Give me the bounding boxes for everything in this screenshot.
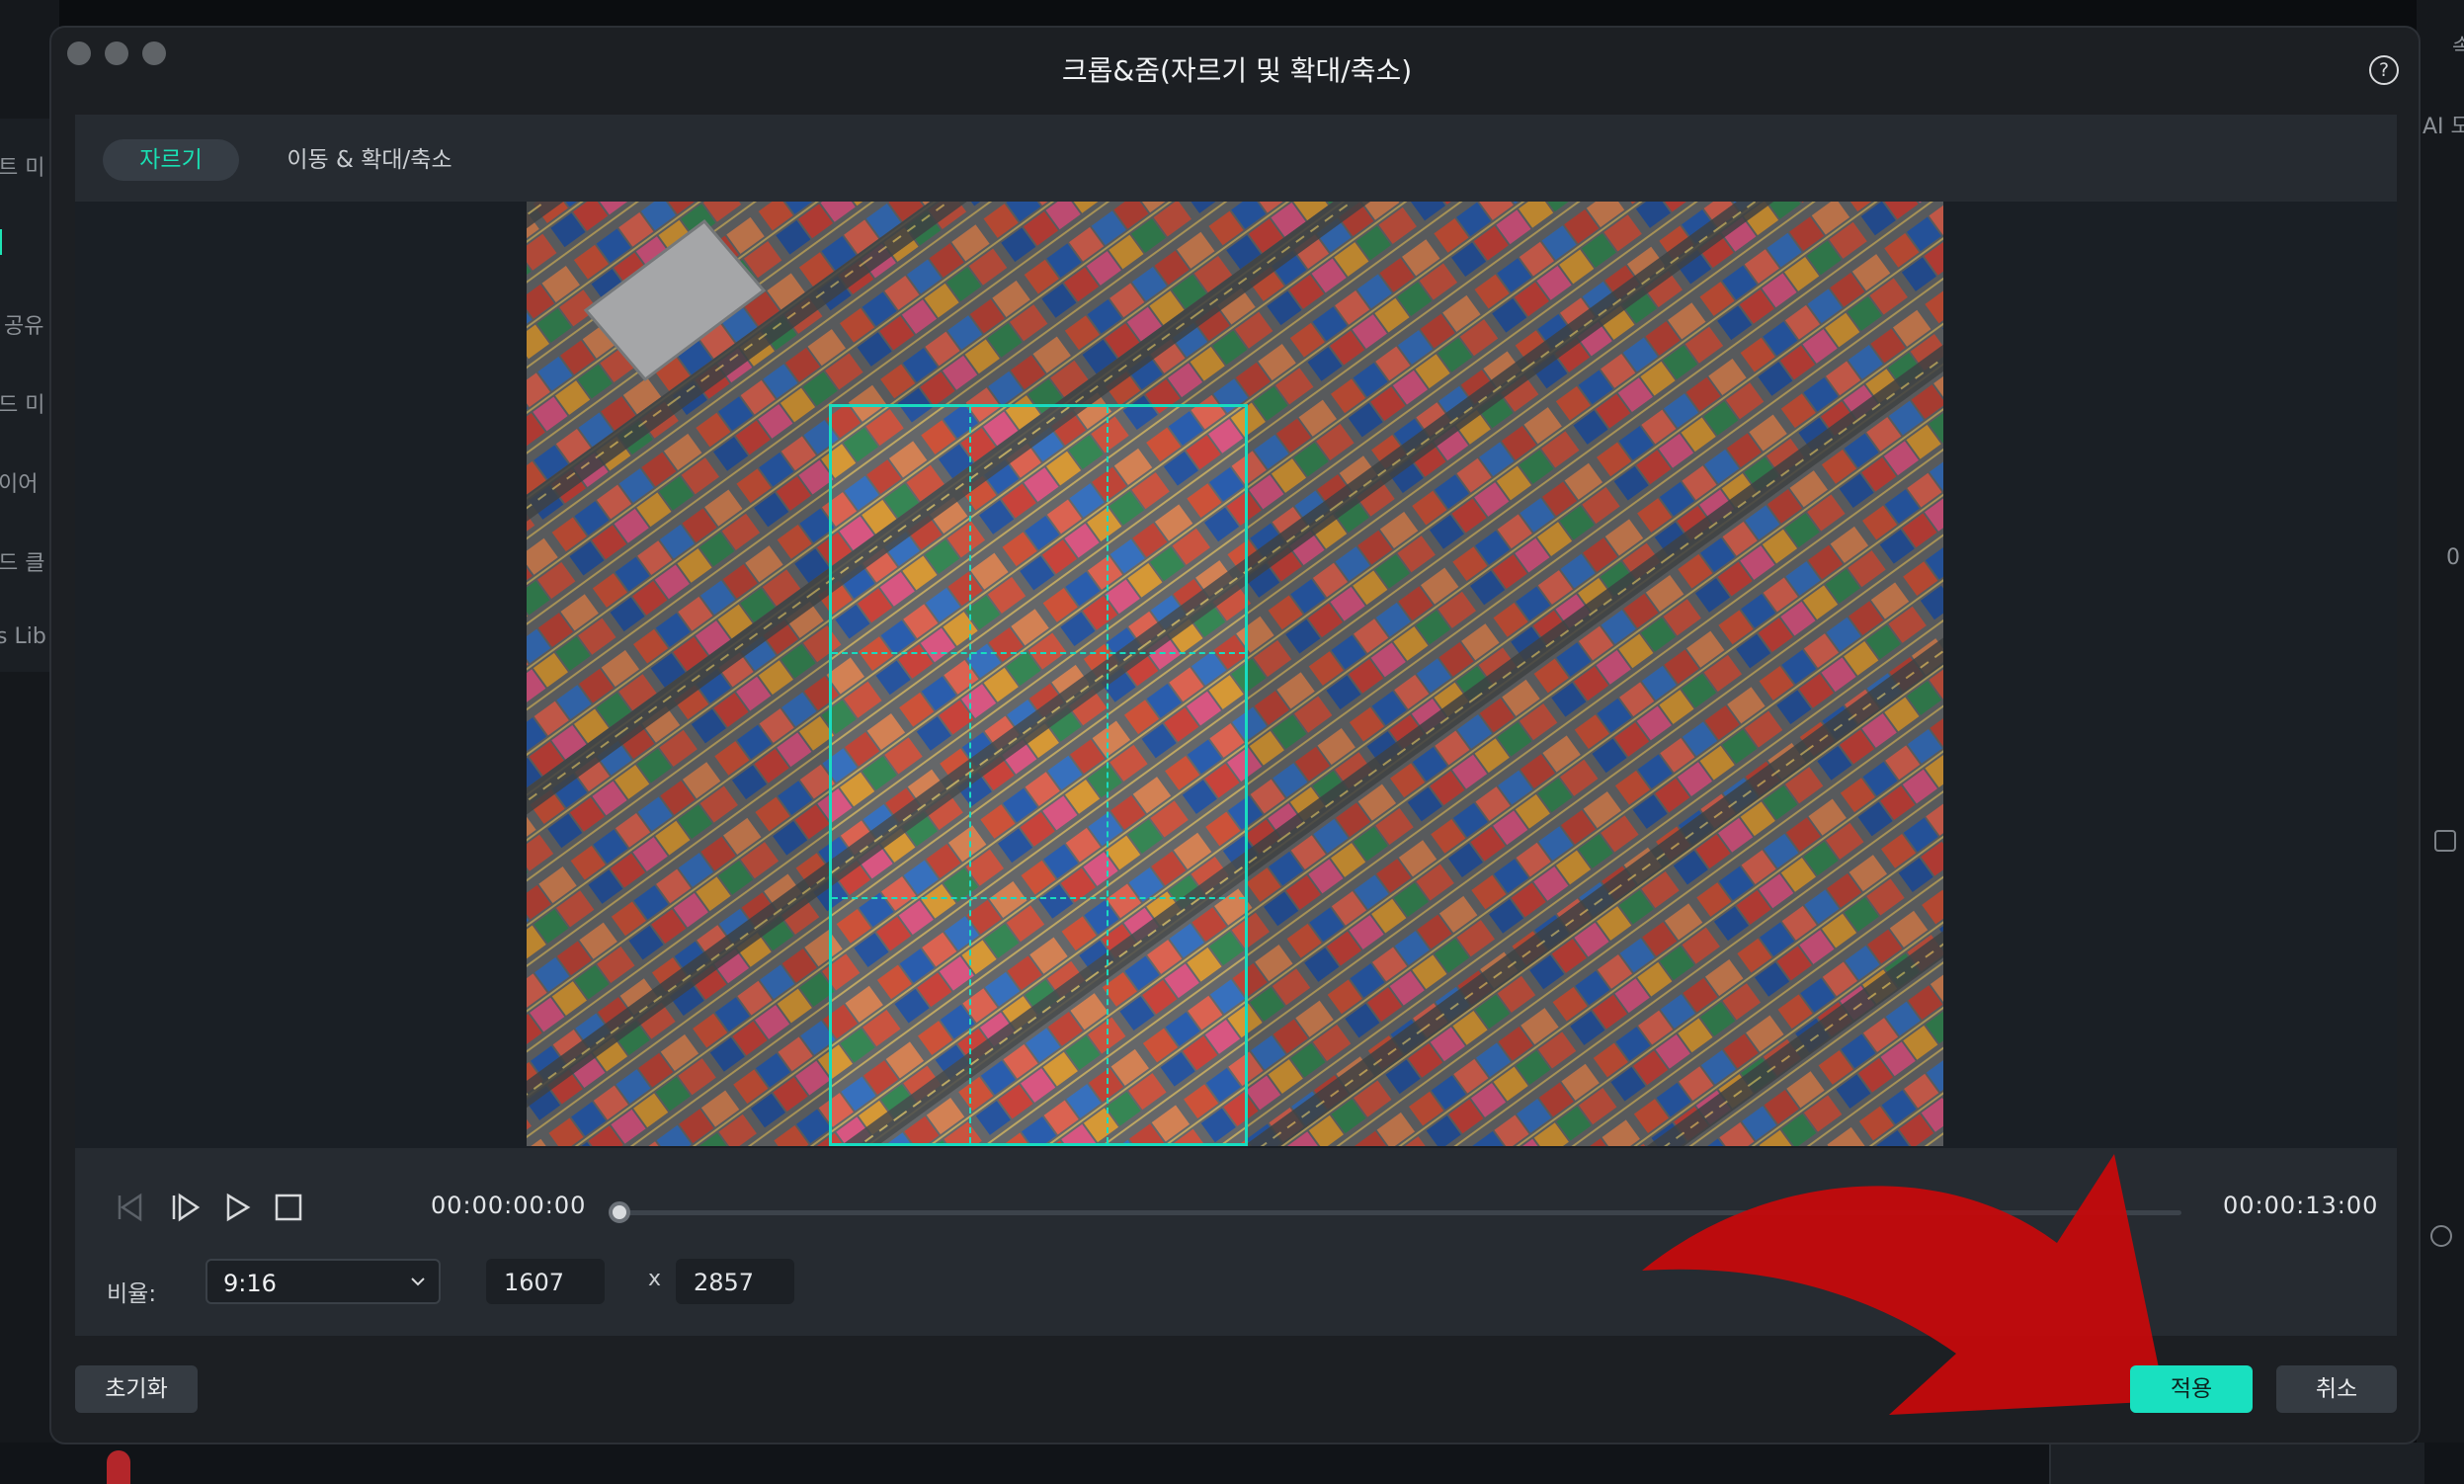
crop-zoom-dialog: 크롭&줌(자르기 및 확대/축소) ? 자르기 이동 & 확대/축소 00:00…	[49, 26, 2421, 1444]
background-right-text: 0	[2446, 545, 2460, 570]
chevron-down-icon	[411, 1278, 425, 1286]
crop-width-value: 1607	[504, 1269, 565, 1296]
crop-grid-line	[969, 407, 972, 1143]
background-timeline-marker	[107, 1450, 130, 1484]
background-right-text: 속	[2452, 36, 2464, 60]
background-right-panel: 속 AI 도 0	[2417, 0, 2464, 1484]
total-time: 00:00:13:00	[2223, 1192, 2379, 1219]
stop-icon[interactable]	[269, 1188, 308, 1227]
ratio-label: 비율:	[107, 1281, 157, 1307]
ratio-select[interactable]: 9:16	[205, 1259, 441, 1304]
preview-area	[75, 202, 2397, 1148]
timeline-scrubber-handle[interactable]	[609, 1201, 630, 1223]
background-sidebar-item: 드 미	[0, 393, 45, 418]
crop-height-value: 2857	[694, 1269, 755, 1296]
prev-frame-icon[interactable]	[111, 1188, 150, 1227]
background-sidebar-item: 공유	[4, 314, 44, 339]
background-sidebar-item: 트 미	[0, 156, 45, 181]
crop-grid-line	[832, 652, 1245, 655]
background-sidebar-item: 이어	[0, 472, 39, 497]
background-sidebar-item: s Lib	[0, 624, 46, 649]
tab-pan-zoom[interactable]: 이동 & 확대/축소	[271, 139, 468, 181]
background-knob-icon	[2430, 1225, 2452, 1247]
crop-width-field[interactable]: 1607	[486, 1259, 605, 1304]
crop-grid-line	[1107, 407, 1109, 1143]
tab-crop[interactable]: 자르기	[103, 139, 239, 181]
dimension-separator: x	[648, 1267, 662, 1291]
background-timeline-panel	[2049, 1443, 2424, 1484]
reset-button[interactable]: 초기화	[75, 1365, 198, 1413]
ratio-select-value: 9:16	[223, 1270, 277, 1297]
help-icon[interactable]: ?	[2369, 55, 2399, 85]
preview-image	[527, 202, 1943, 1146]
background-sidebar-item: 드 클	[0, 551, 45, 576]
crop-height-field[interactable]: 2857	[676, 1259, 794, 1304]
background-right-text: AI 도	[2423, 115, 2464, 139]
background-timeline	[0, 1443, 2464, 1484]
dialog-title: 크롭&줌(자르기 및 확대/축소)	[1061, 54, 1413, 87]
tab-bar: 자르기 이동 & 확대/축소	[75, 115, 2397, 202]
background-copy-icon	[2434, 830, 2456, 852]
background-sidebar-selected-marker	[0, 229, 2, 255]
current-time: 00:00:00:00	[431, 1192, 587, 1219]
cancel-button[interactable]: 취소	[2276, 1365, 2397, 1413]
crop-selection-box[interactable]	[829, 404, 1248, 1146]
crop-grid-line	[832, 897, 1245, 900]
apply-button[interactable]: 적용	[2130, 1365, 2253, 1413]
play-icon[interactable]	[217, 1188, 257, 1227]
next-frame-icon[interactable]	[166, 1188, 205, 1227]
